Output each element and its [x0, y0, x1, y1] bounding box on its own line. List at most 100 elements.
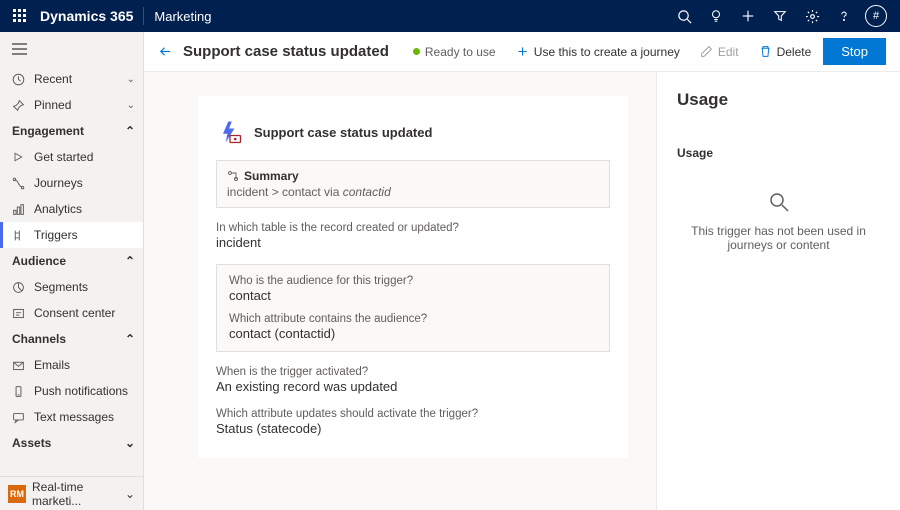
nav-get-started[interactable]: Get started — [0, 144, 143, 170]
answer-attr: contact (contactid) — [229, 326, 597, 341]
brand-label: Dynamics 365 — [40, 8, 133, 24]
chevron-down-icon: ⌄ — [125, 436, 135, 450]
pin-icon — [12, 99, 26, 112]
usage-subtitle: Usage — [677, 146, 880, 160]
nav-journeys[interactable]: Journeys — [0, 170, 143, 196]
nav-section-channels[interactable]: Channels ⌃ — [0, 326, 143, 352]
nav-label: Consent center — [34, 306, 135, 320]
nav-label: Analytics — [34, 202, 135, 216]
usage-empty-text: This trigger has not been used in journe… — [684, 224, 874, 252]
topbar-divider — [143, 7, 144, 25]
nav-label: Pinned — [34, 98, 119, 112]
left-nav: Recent ⌄ Pinned ⌄ Engagement ⌃ Get start… — [0, 32, 144, 510]
usage-panel: Usage Usage This trigger has not been us… — [656, 72, 900, 510]
create-journey-button[interactable]: Use this to create a journey — [508, 40, 688, 64]
app-launcher-icon[interactable] — [8, 9, 32, 23]
nav-label: Triggers — [34, 228, 135, 242]
question-table: In which table is the record created or … — [216, 222, 610, 234]
section-label: Audience — [12, 254, 125, 268]
nav-label: Segments — [34, 280, 135, 294]
nav-section-audience[interactable]: Audience ⌃ — [0, 248, 143, 274]
card-title: Support case status updated — [254, 125, 432, 140]
nav-section-engagement[interactable]: Engagement ⌃ — [0, 118, 143, 144]
user-avatar[interactable]: # — [860, 5, 892, 27]
nav-recent[interactable]: Recent ⌄ — [0, 66, 143, 92]
question-audience: Who is the audience for this trigger? — [229, 275, 597, 287]
status-dot-icon — [413, 48, 420, 55]
area-switcher[interactable]: RM Real-time marketi... ⌄ — [0, 476, 143, 510]
trigger-icon — [12, 229, 26, 242]
trigger-detail-card: Support case status updated Summary inci… — [198, 96, 628, 458]
button-label: Use this to create a journey — [534, 45, 680, 59]
status-text: Ready to use — [425, 45, 496, 59]
magnifier-icon — [767, 190, 791, 214]
chevron-down-icon: ⌄ — [127, 74, 135, 85]
journeys-icon — [12, 177, 26, 190]
usage-empty-state: This trigger has not been used in journe… — [677, 190, 880, 252]
back-button[interactable] — [158, 44, 173, 59]
nav-label: Get started — [34, 150, 135, 164]
status-badge: Ready to use — [413, 45, 496, 59]
nav-analytics[interactable]: Analytics — [0, 196, 143, 222]
add-icon[interactable] — [732, 9, 764, 23]
edit-icon — [700, 45, 713, 58]
command-bar: Support case status updated Ready to use… — [144, 32, 900, 72]
lightbulb-icon[interactable] — [700, 9, 732, 23]
summary-box: Summary incident > contact via contactid — [216, 160, 610, 208]
nav-label: Emails — [34, 358, 135, 372]
area-badge: RM — [8, 485, 26, 503]
delete-button[interactable]: Delete — [751, 40, 820, 64]
nav-triggers[interactable]: Triggers — [0, 222, 143, 248]
trigger-lightning-icon — [216, 118, 244, 146]
button-label: Edit — [718, 45, 739, 59]
chevron-down-icon: ⌄ — [125, 487, 135, 501]
mail-icon — [12, 359, 26, 372]
trash-icon — [759, 45, 772, 58]
question-when: When is the trigger activated? — [216, 366, 610, 378]
page-title: Support case status updated — [183, 43, 389, 60]
nav-section-assets[interactable]: Assets ⌄ — [0, 430, 143, 456]
usage-title: Usage — [677, 90, 880, 110]
consent-icon — [12, 307, 26, 320]
flow-icon — [227, 170, 239, 182]
app-topbar: Dynamics 365 Marketing # — [0, 0, 900, 32]
stop-button[interactable]: Stop — [823, 38, 886, 65]
module-label: Marketing — [154, 9, 211, 24]
answer-audience: contact — [229, 288, 597, 303]
area-label: Real-time marketi... — [32, 480, 119, 508]
nav-segments[interactable]: Segments — [0, 274, 143, 300]
nav-push[interactable]: Push notifications — [0, 378, 143, 404]
section-label: Engagement — [12, 124, 125, 138]
nav-emails[interactable]: Emails — [0, 352, 143, 378]
chevron-up-icon: ⌃ — [125, 124, 135, 138]
answer-table: incident — [216, 235, 610, 250]
nav-consent[interactable]: Consent center — [0, 300, 143, 326]
chart-icon — [12, 203, 26, 216]
plus-icon — [516, 45, 529, 58]
nav-label: Text messages — [34, 410, 135, 424]
help-icon[interactable] — [828, 9, 860, 23]
search-icon[interactable] — [668, 9, 700, 24]
button-label: Delete — [777, 45, 812, 59]
phone-icon — [12, 385, 26, 398]
question-attr: Which attribute contains the audience? — [229, 313, 597, 325]
audience-box: Who is the audience for this trigger? co… — [216, 264, 610, 352]
nav-collapse-button[interactable] — [0, 32, 143, 66]
edit-button: Edit — [692, 40, 747, 64]
question-updates: Which attribute updates should activate … — [216, 408, 610, 420]
summary-path: incident > contact via contactid — [227, 185, 599, 199]
nav-label: Journeys — [34, 176, 135, 190]
nav-label: Recent — [34, 72, 119, 86]
chevron-down-icon: ⌄ — [127, 100, 135, 111]
answer-updates: Status (statecode) — [216, 421, 610, 436]
settings-icon[interactable] — [796, 9, 828, 24]
nav-text[interactable]: Text messages — [0, 404, 143, 430]
section-label: Channels — [12, 332, 125, 346]
nav-label: Push notifications — [34, 384, 135, 398]
chat-icon — [12, 411, 26, 424]
summary-heading: Summary — [244, 169, 299, 183]
clock-icon — [12, 73, 26, 86]
segments-icon — [12, 281, 26, 294]
filter-icon[interactable] — [764, 9, 796, 23]
nav-pinned[interactable]: Pinned ⌄ — [0, 92, 143, 118]
